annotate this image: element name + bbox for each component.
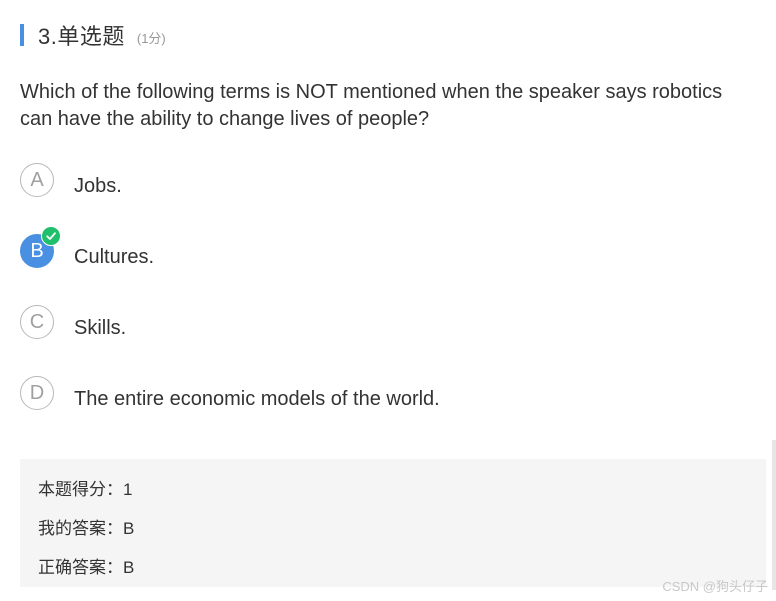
question-header: 3.单选题 (1分): [20, 20, 166, 50]
option-c-letter-circle[interactable]: C: [20, 305, 54, 339]
question-score-note: (1分): [136, 30, 166, 46]
option-c-text: Skills.: [74, 317, 127, 339]
option-a[interactable]: A Jobs.: [20, 163, 122, 198]
option-b-text: Cultures.: [74, 246, 155, 268]
option-c[interactable]: C Skills.: [20, 305, 126, 340]
checkmark-icon: [41, 226, 61, 246]
result-my-answer: 我的答案：B: [38, 519, 135, 538]
option-a-letter: A: [30, 168, 44, 191]
result-score: 本题得分：1: [38, 480, 133, 499]
question-stem: Which of the following terms is NOT ment…: [20, 81, 723, 130]
option-d-letter: D: [29, 381, 45, 404]
question-accent-bar: [20, 24, 24, 46]
option-b-letter: B: [30, 239, 44, 262]
result-correct-answer: 正确答案：B: [38, 558, 135, 577]
option-a-text: Jobs.: [74, 175, 122, 197]
option-d-letter-circle[interactable]: D: [20, 376, 54, 410]
option-b[interactable]: B Cultures.: [20, 226, 155, 269]
watermark: CSDN @狗头仔子: [662, 579, 768, 594]
option-c-letter: C: [29, 310, 45, 333]
scrollbar[interactable]: [772, 440, 776, 590]
option-a-letter-circle[interactable]: A: [20, 163, 54, 197]
option-d[interactable]: D The entire economic models of the worl…: [20, 376, 440, 411]
option-d-text: The entire economic models of the world.: [74, 388, 440, 410]
result-panel: 本题得分：1 我的答案：B 正确答案：B: [20, 459, 766, 587]
option-b-letter-circle[interactable]: B: [20, 226, 61, 268]
question-number-title: 3.单选题: [38, 24, 125, 49]
